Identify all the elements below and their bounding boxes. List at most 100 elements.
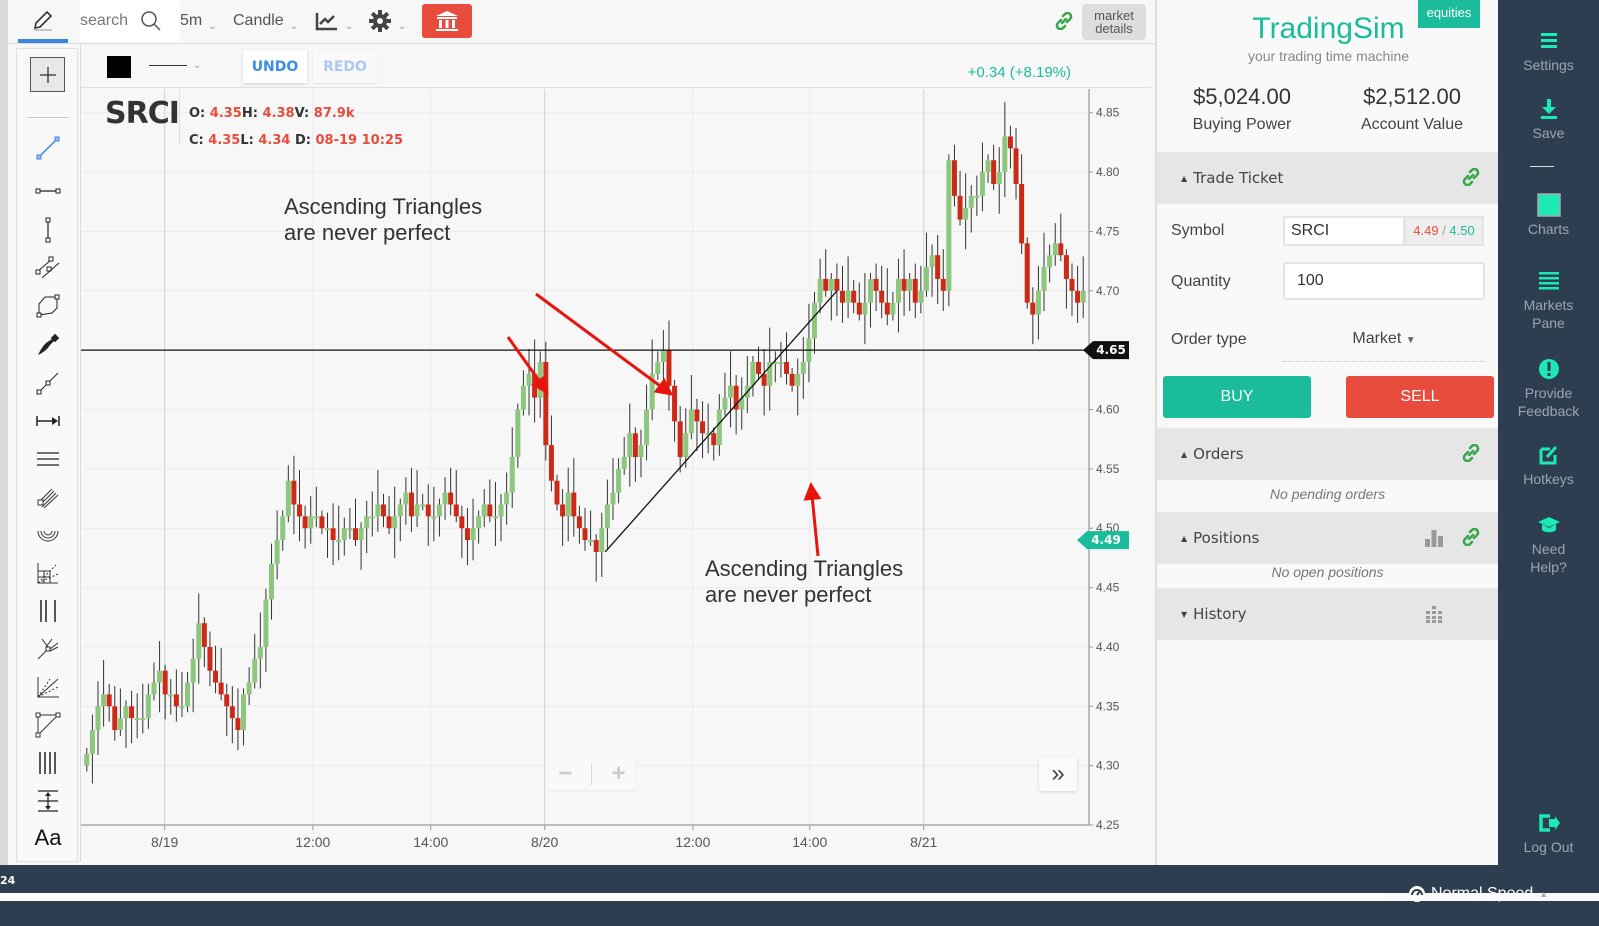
circles-tool[interactable] (31, 520, 65, 550)
candle-body (526, 373, 532, 386)
nav-hotkeys[interactable]: Hotkeys (1498, 442, 1599, 488)
trade-ticket-header[interactable]: ▲ Trade Ticket (1157, 152, 1498, 204)
link-icon[interactable] (1462, 168, 1480, 186)
nav-markets-pane[interactable]: Markets Pane (1498, 268, 1599, 332)
vertical-segment-tool[interactable] (31, 215, 65, 245)
y-tick-label: 4.75 (1096, 224, 1120, 238)
zoom-out-button[interactable]: − (558, 760, 572, 788)
cycle-lines-tool[interactable] (31, 748, 65, 778)
scroll-to-latest-button[interactable]: » (1039, 757, 1077, 791)
sell-button[interactable]: SELL (1346, 376, 1494, 418)
open-label: O: (189, 106, 206, 121)
annotation-text[interactable]: Ascending Triangles are never perfect (705, 556, 903, 608)
parallel-channel-tool[interactable] (31, 253, 65, 283)
speed-fan-tool[interactable] (31, 672, 65, 702)
interval-select[interactable]: 5m ⌄ (180, 0, 217, 42)
open-value: 4.35 (209, 106, 242, 121)
candle-body (269, 563, 275, 600)
nav-settings[interactable]: Settings (1498, 28, 1599, 74)
nav-logout[interactable]: Log Out (1498, 810, 1599, 856)
candle-body (386, 516, 392, 529)
nav-feedback[interactable]: Provide Feedback (1498, 356, 1599, 420)
candle-body (448, 492, 454, 505)
positions-header[interactable]: ▲ Positions (1157, 512, 1498, 564)
market-button[interactable] (422, 4, 472, 38)
candle-body (638, 445, 644, 457)
candle-body (235, 718, 241, 731)
market-details-button[interactable]: market details (1082, 4, 1146, 40)
link-icon (1055, 12, 1073, 30)
order-type-select[interactable]: Market ▼ (1283, 322, 1485, 362)
horizontal-segment-tool[interactable] (31, 176, 65, 206)
triangle-tool[interactable] (31, 710, 65, 740)
polygon-tool[interactable] (31, 291, 65, 321)
buy-button[interactable]: BUY (1163, 376, 1311, 418)
download-icon (1540, 99, 1557, 119)
caret-up-icon: ▲ (1539, 889, 1549, 899)
quantity-input[interactable] (1283, 262, 1485, 300)
arrow-measure-tool[interactable] (31, 406, 65, 436)
ray-tool[interactable] (31, 368, 65, 398)
nav-charts[interactable]: Charts (1498, 192, 1599, 238)
drawing-tab[interactable] (18, 0, 68, 43)
bar-chart-icon[interactable] (1424, 528, 1444, 548)
zoom-in-button[interactable]: + (611, 760, 625, 788)
orders-header[interactable]: ▲ Orders (1157, 428, 1498, 480)
text-tool-label: Aa (34, 825, 62, 850)
nav-save[interactable]: Save (1498, 96, 1599, 142)
pitchfork-fan-tool[interactable] (31, 482, 65, 512)
speed-select[interactable]: Normal Speed ▲ (1408, 885, 1548, 903)
trading-app: search 5m ⌄ Candle ⌄ ⌄ ⌄ market details (0, 0, 1599, 926)
candle-body (991, 160, 997, 184)
price-chart[interactable]: 4.854.804.754.704.654.604.554.504.454.40… (81, 89, 1151, 862)
text-tool[interactable]: Aa (31, 823, 65, 853)
candle-body (616, 468, 622, 493)
candle-body (834, 278, 840, 291)
candle-body (812, 302, 818, 339)
nav-logout-label: Log Out (1523, 839, 1574, 855)
price-range-tool[interactable] (31, 786, 65, 816)
nav-help[interactable]: Need Help? (1498, 512, 1599, 576)
parallel-channel-icon (35, 256, 60, 279)
draw-color-swatch[interactable] (107, 56, 131, 78)
graduation-cap-icon (1537, 517, 1560, 533)
vertical-lines-tool[interactable] (31, 596, 65, 626)
brush-tool[interactable] (31, 330, 65, 360)
x-tick-label: 14:00 (413, 834, 448, 850)
link-icon[interactable] (1462, 528, 1480, 546)
chart-settings-menu[interactable]: ⌄ (368, 0, 406, 42)
annotation-text[interactable]: Ascending Triangles are never perfect (284, 194, 482, 246)
candle-body (1058, 243, 1064, 256)
search-input[interactable]: search (80, 12, 128, 30)
candle-body (666, 350, 672, 386)
history-header[interactable]: ▼ History (1157, 588, 1498, 640)
gann-box-tool[interactable] (31, 558, 65, 588)
redo-button[interactable]: REDO (313, 50, 377, 83)
candle-body (106, 694, 112, 707)
candle-body (89, 730, 95, 754)
trend-line-tool[interactable] (31, 133, 65, 163)
x-tick-label: 14:00 (792, 834, 827, 850)
symbol-input[interactable] (1283, 216, 1405, 246)
logout-icon (1538, 814, 1560, 832)
interval-value: 5m (180, 12, 203, 29)
chart-type-select[interactable]: Candle ⌄ (233, 0, 298, 42)
undo-button[interactable]: UNDO (243, 50, 307, 83)
indicators-menu[interactable]: ⌄ (315, 0, 353, 42)
zoom-divider (591, 763, 593, 785)
candle-body (957, 195, 963, 220)
candle-body (677, 421, 683, 457)
symbol-search[interactable]: search (80, 0, 180, 42)
link-button[interactable] (1055, 0, 1073, 42)
line-style-select[interactable]: ⌄ (149, 54, 205, 76)
volume-label: V: (294, 106, 310, 121)
nav-help-label-1: Need (1531, 541, 1566, 557)
candle-body (873, 278, 879, 291)
candle-body (963, 207, 969, 220)
pitchfork-tool[interactable] (31, 634, 65, 664)
link-icon[interactable] (1462, 444, 1480, 462)
horizontal-lines-tool[interactable] (31, 444, 65, 474)
candle-body (845, 290, 851, 303)
crosshair-tool[interactable] (30, 57, 65, 92)
stacked-chart-icon[interactable] (1424, 604, 1444, 624)
